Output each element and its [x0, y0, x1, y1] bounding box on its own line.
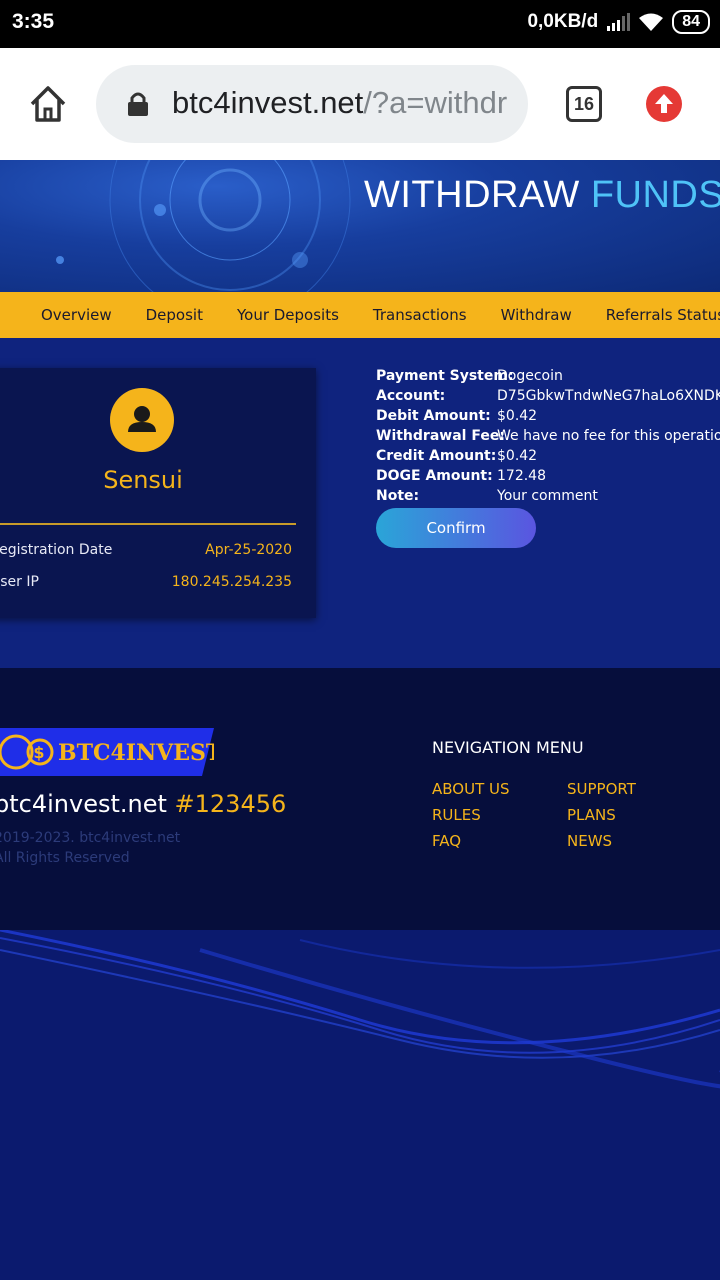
url-text[interactable]: btc4invest.net/?a=withdraw	[172, 85, 508, 121]
registration-row: Registration Date Apr-25-2020	[0, 542, 292, 558]
nav-referrals-status[interactable]: Referrals Status	[606, 306, 720, 324]
ip-value: 180.245.254.235	[171, 574, 292, 590]
nav-transactions[interactable]: Transactions	[373, 306, 467, 324]
detail-value: Dogecoin	[497, 368, 563, 384]
rights: All Rights Reserved	[0, 850, 130, 866]
background-wave	[0, 928, 720, 1280]
detail-value: D75GbkwTndwNeG7haLo6XNDK	[497, 388, 720, 404]
account-nav: Overview Deposit Your Deposits Transacti…	[0, 292, 720, 338]
url-domain: btc4invest.net	[172, 85, 364, 120]
signal-icon	[607, 13, 631, 31]
svg-text:$: $	[33, 743, 44, 762]
detail-label: Withdrawal Fee:	[376, 428, 505, 444]
home-icon[interactable]	[26, 82, 70, 126]
confirm-button[interactable]: Confirm	[376, 508, 536, 548]
registration-label: Registration Date	[0, 542, 113, 558]
detail-label: Note:	[376, 488, 420, 504]
update-icon[interactable]	[646, 86, 682, 122]
nav-your-deposits[interactable]: Your Deposits	[237, 306, 339, 324]
footer-link-faq[interactable]: FAQ	[432, 832, 461, 850]
avatar	[110, 388, 174, 452]
ip-label: User IP	[0, 574, 39, 590]
footer-link-about[interactable]: ABOUT US	[432, 780, 510, 798]
detail-label: Account:	[376, 388, 446, 404]
main-content: Sensui Registration Date Apr-25-2020 Use…	[0, 338, 720, 668]
battery-indicator: 84	[672, 10, 710, 34]
nav-withdraw[interactable]: Withdraw	[501, 306, 572, 324]
footer: $ BTC4INVEST btc4invest.net #123456 2019…	[0, 668, 720, 930]
detail-value: $0.42	[497, 448, 538, 464]
profile-card: Sensui Registration Date Apr-25-2020 Use…	[0, 368, 316, 618]
site-name: btc4invest.net #123456	[0, 790, 286, 818]
footer-link-rules[interactable]: RULES	[432, 806, 481, 824]
footer-link-news[interactable]: NEWS	[567, 832, 612, 850]
status-indicators: 0,0KB/d 84	[527, 10, 710, 34]
lock-icon	[128, 92, 148, 116]
user-icon	[128, 406, 156, 432]
footer-link-support[interactable]: SUPPORT	[567, 780, 636, 798]
url-path: /?a=withdraw	[363, 85, 508, 120]
site-domain: btc4invest.net	[0, 790, 167, 818]
detail-label: DOGE Amount:	[376, 468, 493, 484]
copyright: 2019-2023. btc4invest.net	[0, 830, 181, 846]
tab-switcher-button[interactable]: 16	[566, 86, 602, 122]
nav-deposit[interactable]: Deposit	[146, 306, 203, 324]
nav-overview[interactable]: Overview	[41, 306, 112, 324]
network-speed: 0,0KB/d	[527, 11, 599, 32]
page-banner: WITHDRAW FUNDS	[0, 160, 720, 292]
wifi-icon	[639, 13, 664, 31]
browser-toolbar: btc4invest.net/?a=withdraw 16	[0, 48, 720, 160]
status-time: 3:35	[12, 10, 55, 33]
page-title: WITHDRAW FUNDS	[364, 174, 720, 217]
title-main: WITHDRAW	[364, 174, 580, 216]
detail-label: Payment System:	[376, 368, 514, 384]
detail-value: We have no fee for this operation	[497, 428, 720, 444]
site-number: #123456	[174, 790, 287, 818]
site-logo[interactable]: $ BTC4INVEST	[0, 728, 214, 776]
registration-value: Apr-25-2020	[205, 542, 292, 558]
ip-row: User IP 180.245.254.235	[0, 574, 292, 590]
footer-menu-title: NEVIGATION MENU	[432, 738, 584, 757]
footer-link-plans[interactable]: PLANS	[567, 806, 616, 824]
detail-value: Your comment	[497, 488, 598, 504]
divider	[0, 523, 296, 525]
detail-label: Credit Amount:	[376, 448, 497, 464]
wave-decoration	[0, 928, 720, 1089]
username: Sensui	[103, 466, 183, 494]
address-bar[interactable]: btc4invest.net/?a=withdraw	[96, 65, 528, 143]
detail-label: Debit Amount:	[376, 408, 491, 424]
arrow-up-icon	[655, 94, 673, 113]
logo-text: BTC4INVEST	[58, 740, 214, 766]
status-bar: 3:35 0,0KB/d 84	[0, 0, 720, 48]
detail-value: $0.42	[497, 408, 538, 424]
title-accent: FUNDS	[590, 174, 720, 216]
detail-value: 172.48	[497, 468, 546, 484]
